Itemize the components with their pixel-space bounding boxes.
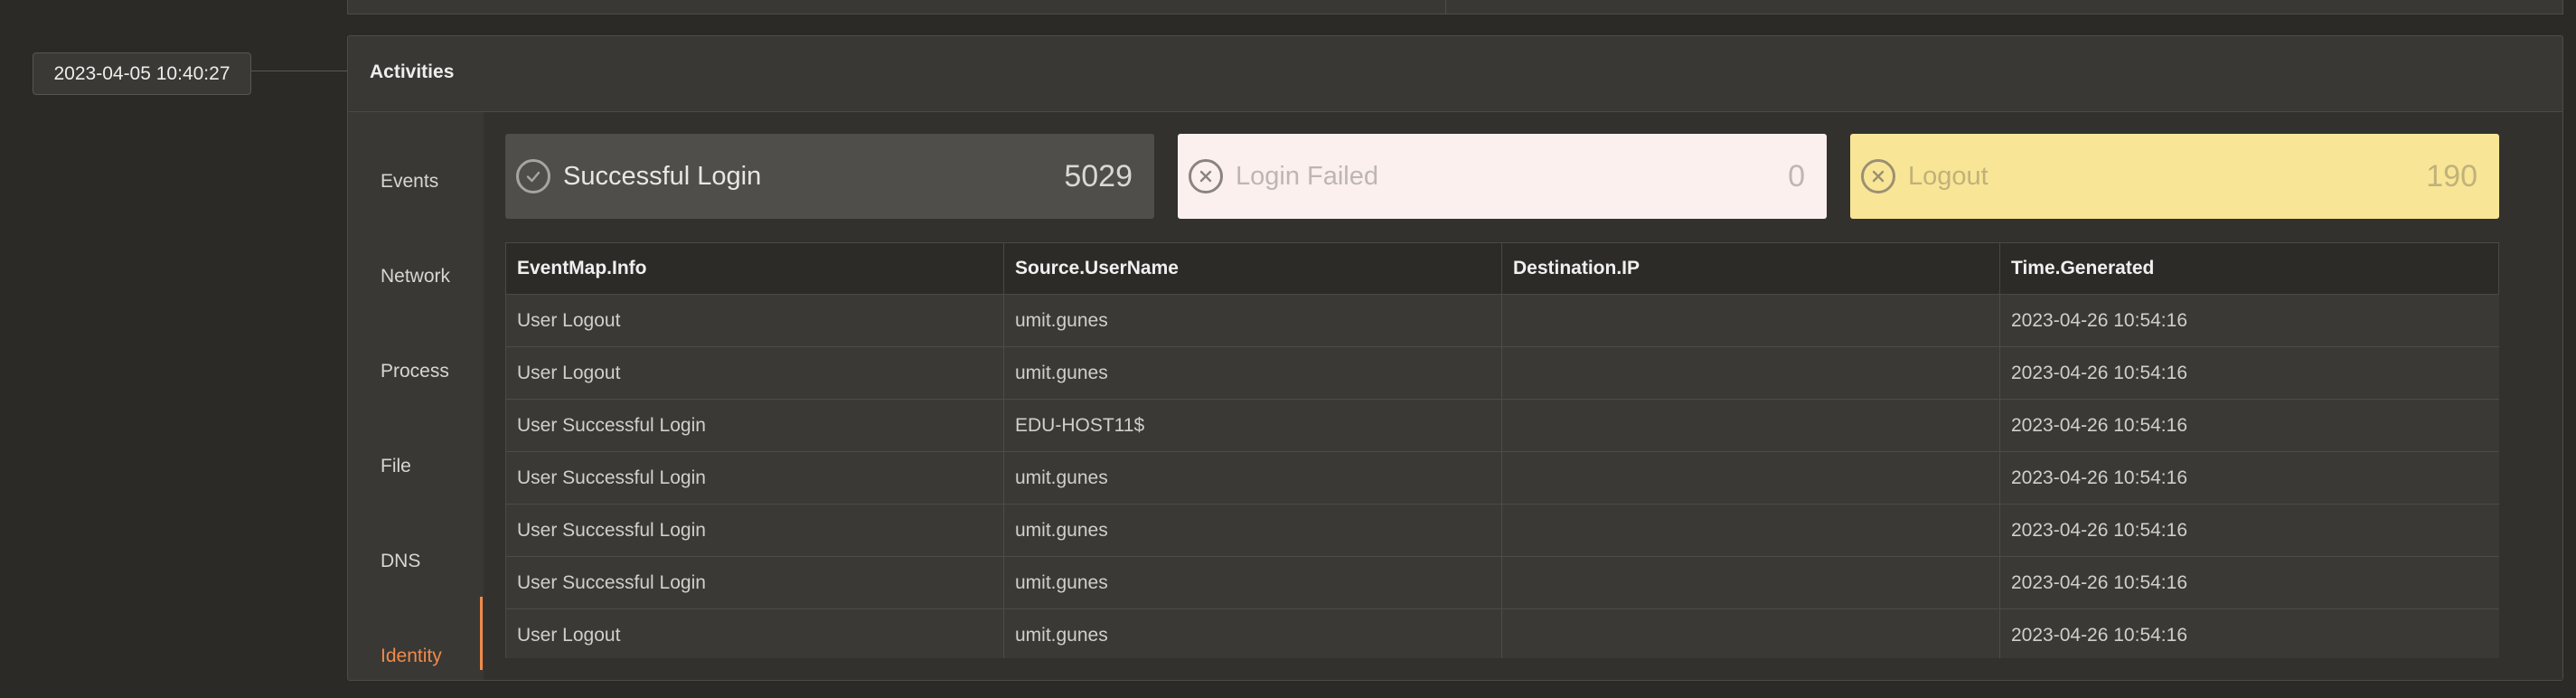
cell-source-username: umit.gunes (1004, 609, 1502, 658)
cell-destination-ip (1502, 557, 2000, 608)
successful-login-count: 5029 (1064, 158, 1133, 193)
cell-destination-ip (1502, 400, 2000, 451)
identity-content: Successful Login 5029 Login Failed 0 Log… (484, 112, 2562, 680)
table-row[interactable]: User Logout umit.gunes 2023-04-26 10:54:… (505, 295, 2499, 347)
cell-source-username: EDU-HOST11$ (1004, 400, 1502, 451)
cell-event-info: User Successful Login (506, 557, 1004, 608)
column-header-time-generated[interactable]: Time.Generated (2000, 243, 2499, 294)
column-header-source-username[interactable]: Source.UserName (1004, 243, 1502, 294)
cell-destination-ip (1502, 347, 2000, 399)
cell-source-username: umit.gunes (1004, 505, 1502, 556)
cell-source-username: umit.gunes (1004, 347, 1502, 399)
x-circle-icon (1189, 159, 1223, 193)
cell-time-generated: 2023-04-26 10:54:16 (2000, 400, 2499, 451)
cell-time-generated: 2023-04-26 10:54:16 (2000, 609, 2499, 658)
cell-source-username: umit.gunes (1004, 452, 1502, 504)
nav-item-network[interactable]: Network (381, 266, 450, 288)
logout-count: 190 (2426, 158, 2477, 193)
cell-time-generated: 2023-04-26 10:54:16 (2000, 452, 2499, 504)
nav-item-file[interactable]: File (381, 456, 411, 477)
identity-events-table: EventMap.Info Source.UserName Destinatio… (505, 242, 2499, 658)
check-circle-icon (516, 159, 550, 193)
login-failed-card[interactable]: Login Failed 0 (1178, 134, 1827, 219)
cell-time-generated: 2023-04-26 10:54:16 (2000, 295, 2499, 346)
cell-time-generated: 2023-04-26 10:54:16 (2000, 347, 2499, 399)
logout-label: Logout (1908, 161, 1988, 191)
table-row[interactable]: User Successful Login umit.gunes 2023-04… (505, 452, 2499, 505)
column-header-destination-ip[interactable]: Destination.IP (1502, 243, 2000, 294)
nav-item-events[interactable]: Events (381, 171, 438, 193)
table-row[interactable]: User Successful Login EDU-HOST11$ 2023-0… (505, 400, 2499, 452)
x-circle-icon (1861, 159, 1895, 193)
cell-destination-ip (1502, 295, 2000, 346)
table-row[interactable]: User Logout umit.gunes 2023-04-26 10:54:… (505, 609, 2499, 658)
panel-title: Activities (370, 61, 455, 82)
cell-destination-ip (1502, 452, 2000, 504)
nav-item-dns[interactable]: DNS (381, 551, 420, 572)
cell-event-info: User Successful Login (506, 505, 1004, 556)
cell-source-username: umit.gunes (1004, 557, 1502, 608)
cell-destination-ip (1502, 609, 2000, 658)
activity-side-nav: Events Network Process File DNS Identity (348, 112, 482, 680)
login-failed-count: 0 (1788, 158, 1805, 193)
table-row[interactable]: User Successful Login umit.gunes 2023-04… (505, 505, 2499, 557)
panel-divider (1445, 0, 1446, 14)
cell-time-generated: 2023-04-26 10:54:16 (2000, 557, 2499, 608)
timeline-timestamp: 2023-04-05 10:40:27 (33, 52, 251, 95)
activities-panel: Activities Events Network Process File D… (347, 35, 2563, 681)
cell-event-info: User Successful Login (506, 400, 1004, 451)
cell-time-generated: 2023-04-26 10:54:16 (2000, 505, 2499, 556)
column-header-eventmap-info[interactable]: EventMap.Info (506, 243, 1004, 294)
cell-destination-ip (1502, 505, 2000, 556)
nav-item-identity[interactable]: Identity (381, 646, 442, 667)
cell-event-info: User Successful Login (506, 452, 1004, 504)
active-nav-indicator (480, 597, 483, 670)
table-row[interactable]: User Successful Login umit.gunes 2023-04… (505, 557, 2499, 609)
cell-event-info: User Logout (506, 347, 1004, 399)
successful-login-label: Successful Login (563, 161, 762, 191)
login-failed-label: Login Failed (1236, 161, 1378, 191)
nav-item-process[interactable]: Process (381, 361, 449, 382)
previous-panel-edge (347, 0, 2563, 14)
logout-card[interactable]: Logout 190 (1850, 134, 2499, 219)
successful-login-card[interactable]: Successful Login 5029 (505, 134, 1154, 219)
table-row[interactable]: User Logout umit.gunes 2023-04-26 10:54:… (505, 347, 2499, 400)
cell-source-username: umit.gunes (1004, 295, 1502, 346)
table-header: EventMap.Info Source.UserName Destinatio… (505, 242, 2499, 295)
cell-event-info: User Logout (506, 609, 1004, 658)
cell-event-info: User Logout (506, 295, 1004, 346)
